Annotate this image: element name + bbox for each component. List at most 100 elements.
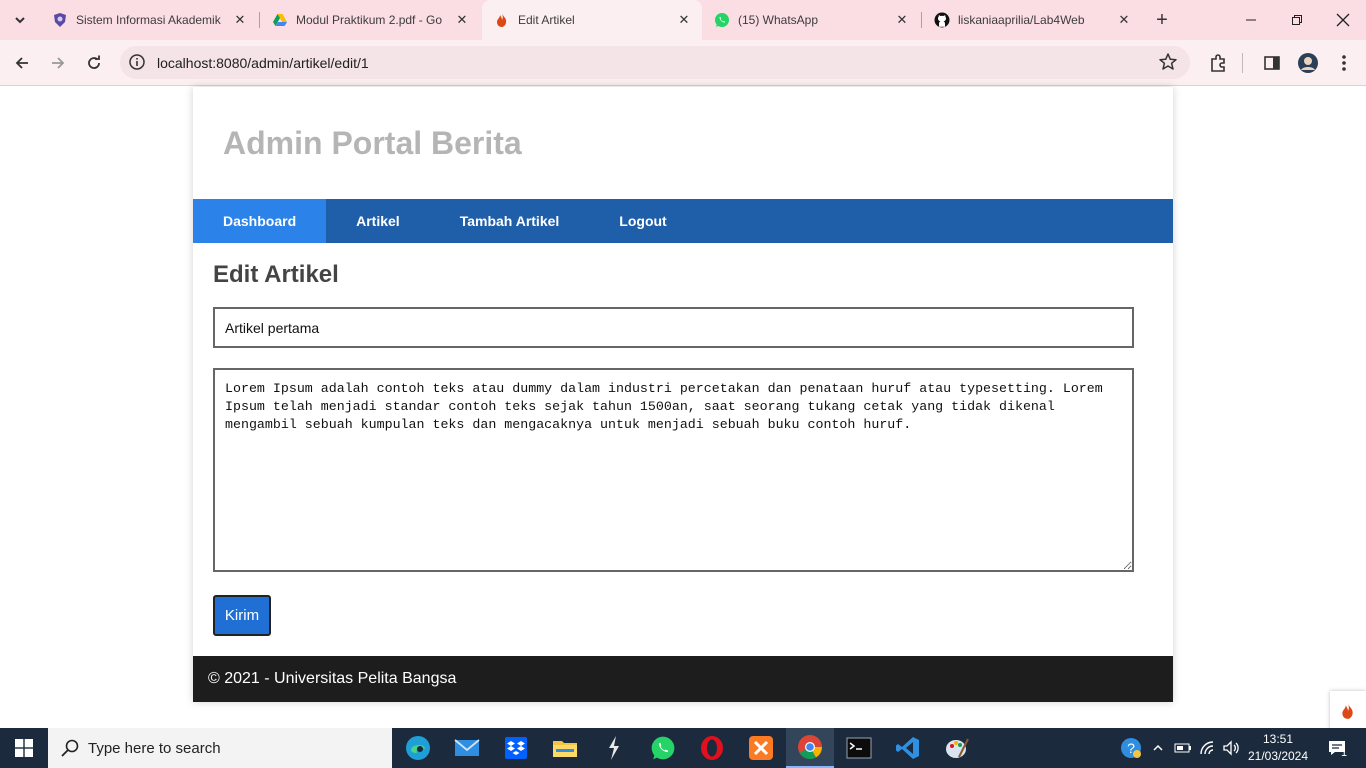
xampp-icon: [749, 736, 773, 760]
clock-date: 21/03/2024: [1247, 749, 1309, 763]
submit-button[interactable]: Kirim: [213, 595, 271, 636]
notification-center-button[interactable]: 1: [1320, 728, 1354, 768]
close-icon: [1336, 13, 1350, 27]
taskbar-edge[interactable]: [394, 728, 442, 768]
close-icon[interactable]: ✕: [452, 10, 472, 30]
github-icon: [934, 12, 950, 28]
page-viewport: Admin Portal Berita Dashboard Artikel Ta…: [0, 87, 1366, 731]
taskbar-chrome[interactable]: [786, 728, 834, 768]
nav-artikel[interactable]: Artikel: [326, 199, 430, 243]
dropbox-icon: [505, 737, 527, 759]
new-tab-button[interactable]: +: [1150, 8, 1174, 32]
start-button[interactable]: [0, 728, 48, 768]
tab-search-button[interactable]: [6, 6, 34, 34]
reload-button[interactable]: [80, 49, 108, 77]
taskbar-paint[interactable]: [933, 728, 981, 768]
taskbar-xampp[interactable]: [737, 728, 785, 768]
taskbar-file-explorer[interactable]: [541, 728, 589, 768]
debug-toolbar-button[interactable]: [1330, 691, 1366, 731]
close-icon[interactable]: ✕: [1114, 10, 1134, 30]
tab-title: Sistem Informasi Akademik: [76, 13, 221, 27]
edge-icon: [406, 736, 430, 760]
bookmark-star-icon[interactable]: [1158, 52, 1178, 72]
taskbar-mail[interactable]: [443, 728, 491, 768]
plus-icon: +: [1156, 8, 1168, 31]
mail-icon: [454, 739, 480, 756]
tab-title: liskaniaaprilia/Lab4Web: [958, 13, 1085, 27]
academic-shield-icon: [52, 12, 68, 28]
chrome-icon: [798, 735, 822, 760]
back-button[interactable]: [8, 49, 36, 77]
address-bar[interactable]: localhost:8080/admin/artikel/edit/1: [120, 46, 1190, 79]
minimize-icon: [1246, 19, 1256, 21]
tab-github[interactable]: liskaniaaprilia/Lab4Web ✕: [922, 0, 1142, 40]
paint-palette-icon: [946, 738, 969, 758]
nav-dashboard[interactable]: Dashboard: [193, 199, 327, 243]
minimize-button[interactable]: [1228, 0, 1274, 40]
google-drive-icon: [272, 12, 288, 28]
close-icon[interactable]: ✕: [674, 10, 694, 30]
tray-battery[interactable]: [1172, 728, 1194, 768]
tray-wifi[interactable]: [1196, 728, 1220, 768]
taskbar-clock[interactable]: 13:51 21/03/2024: [1240, 731, 1316, 765]
browser-toolbar: localhost:8080/admin/artikel/edit/1: [0, 40, 1366, 86]
reload-icon: [88, 55, 100, 69]
folder-icon: [553, 741, 577, 757]
site-info-icon[interactable]: [128, 53, 146, 71]
site-footer: © 2021 - Universitas Pelita Bangsa: [193, 656, 1173, 702]
nav-logout[interactable]: Logout: [589, 199, 696, 243]
restore-button[interactable]: [1274, 0, 1320, 40]
browser-tab-strip: Sistem Informasi Akademik ✕ Modul Prakti…: [0, 0, 1366, 40]
taskbar-sublime[interactable]: [590, 728, 638, 768]
lightning-app-icon: [609, 736, 619, 760]
tray-overflow[interactable]: [1149, 728, 1167, 768]
search-placeholder: Type here to search: [88, 740, 221, 757]
windows-taskbar: Type here to search ? 13:51 21/03/2024 1: [0, 728, 1366, 768]
main-nav: Dashboard Artikel Tambah Artikel Logout: [193, 199, 1173, 243]
codeigniter-flame-icon: [1342, 703, 1353, 719]
tray-help[interactable]: ?: [1118, 728, 1144, 768]
help-icon: ?: [1121, 738, 1141, 758]
taskbar-terminal[interactable]: [835, 728, 883, 768]
taskbar-vscode[interactable]: [884, 728, 932, 768]
nav-tambah-artikel[interactable]: Tambah Artikel: [430, 199, 590, 243]
tab-title: Edit Artikel: [518, 13, 575, 27]
windows-logo-icon: [15, 739, 33, 757]
tray-volume[interactable]: [1220, 728, 1242, 768]
profile-avatar[interactable]: [1297, 52, 1319, 74]
edit-form: Edit Artikel Lorem Ipsum adalah contoh t…: [213, 261, 1153, 636]
article-title-input[interactable]: [213, 307, 1134, 348]
taskbar-search-box[interactable]: Type here to search: [48, 728, 392, 768]
tab-title: (15) WhatsApp: [738, 13, 819, 27]
forward-button[interactable]: [44, 49, 72, 77]
taskbar-dropbox[interactable]: [492, 728, 540, 768]
tab-edit-artikel[interactable]: Edit Artikel ✕: [482, 0, 702, 40]
close-icon[interactable]: ✕: [892, 10, 912, 30]
page-heading: Edit Artikel: [213, 261, 339, 288]
codeigniter-flame-icon: [494, 12, 510, 28]
side-panel-icon: [1264, 56, 1280, 70]
tab-whatsapp[interactable]: (15) WhatsApp ✕: [702, 0, 920, 40]
close-icon[interactable]: ✕: [230, 10, 250, 30]
side-panel-button[interactable]: [1261, 52, 1283, 74]
chevron-up-icon: [1153, 744, 1163, 751]
battery-icon: [1174, 743, 1191, 753]
restore-icon: [1292, 15, 1302, 25]
extensions-button[interactable]: [1207, 52, 1229, 74]
article-body-textarea[interactable]: Lorem Ipsum adalah contoh teks atau dumm…: [213, 368, 1134, 572]
tab-sistem-informasi[interactable]: Sistem Informasi Akademik ✕: [40, 0, 258, 40]
chevron-down-icon: [15, 17, 25, 24]
whatsapp-icon: [651, 736, 675, 760]
search-icon: [61, 739, 79, 757]
opera-icon: [701, 736, 723, 760]
whatsapp-icon: [714, 12, 730, 28]
taskbar-opera[interactable]: [688, 728, 736, 768]
taskbar-whatsapp[interactable]: [639, 728, 687, 768]
page-container: Admin Portal Berita Dashboard Artikel Ta…: [193, 87, 1173, 702]
arrow-left-icon: [15, 57, 28, 69]
tab-modul-praktikum[interactable]: Modul Praktikum 2.pdf - Go ✕: [260, 0, 480, 40]
close-window-button[interactable]: [1320, 0, 1366, 40]
browser-menu-button[interactable]: [1333, 52, 1355, 74]
site-title: Admin Portal Berita: [223, 125, 522, 161]
kebab-menu-icon: [1342, 55, 1346, 71]
